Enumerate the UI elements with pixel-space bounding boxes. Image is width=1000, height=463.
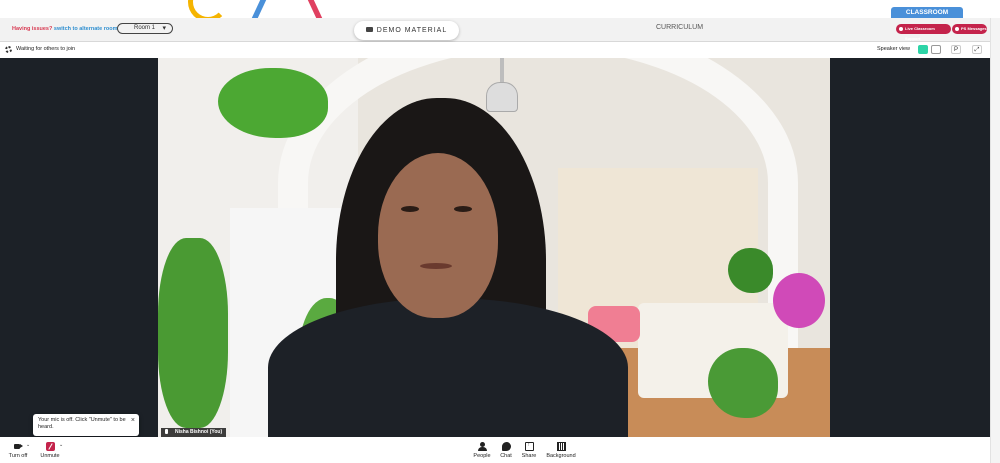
top-logo-strip	[0, 0, 1000, 22]
participant-figure	[268, 298, 628, 437]
close-icon[interactable]: ×	[131, 417, 135, 424]
background-label: Background	[546, 453, 576, 459]
speaker-view-button[interactable]	[918, 45, 928, 54]
participant-face	[401, 206, 419, 212]
app-window: CLASSROOM ▼ Having issues? switch to alt…	[0, 0, 1000, 463]
share-button[interactable]: ↑ Share	[519, 442, 539, 459]
video-background-plant	[708, 348, 778, 418]
brand-logo-stroke	[307, 0, 323, 18]
ps-messages-button[interactable]: PS Messages	[952, 24, 987, 34]
app-header: Having issues? switch to alternate room …	[0, 18, 1000, 42]
support-icon	[899, 27, 903, 31]
chevron-down-icon: ▾	[162, 25, 166, 32]
room-select[interactable]: Room 1 ▾	[117, 23, 173, 34]
share-icon: ↑	[524, 442, 534, 451]
live-support-button[interactable]: Live Classroom Support	[896, 24, 951, 41]
chat-button[interactable]: Chat	[497, 442, 515, 459]
grid-view-button[interactable]	[931, 45, 941, 54]
chat-label: Chat	[500, 453, 512, 459]
chat-icon	[501, 442, 511, 451]
share-label: Share	[521, 453, 537, 459]
demo-material-label: DEMO MATERIAL	[376, 27, 448, 34]
mic-off-icon	[45, 442, 55, 451]
participant-face	[454, 206, 472, 212]
mic-off-toast: Your mic is off. Click "Unmute" to be he…	[33, 414, 139, 436]
classroom-tab[interactable]: CLASSROOM	[891, 7, 963, 18]
issue-prefix: Having issues?	[12, 26, 53, 32]
vertical-scrollbar[interactable]	[990, 18, 1000, 463]
meeting-status-bar: Waiting for others to join Speaker view …	[0, 42, 990, 58]
people-icon	[477, 442, 487, 451]
participant-video[interactable]	[158, 58, 830, 437]
video-background-lamp	[484, 58, 520, 116]
chevron-down-icon[interactable]: ⌄	[26, 442, 30, 448]
camera-icon	[13, 442, 23, 451]
people-label: People	[473, 453, 491, 459]
video-background-plant	[218, 68, 328, 138]
demo-material-button[interactable]: DEMO MATERIAL	[354, 21, 459, 40]
participant-face	[378, 153, 498, 318]
participant-face	[420, 263, 452, 269]
live-support-label: Live Classroom Support	[905, 26, 935, 41]
issue-notice: Having issues? switch to alternate room	[12, 26, 117, 32]
room-select-value: Room 1	[134, 25, 156, 31]
folder-icon	[365, 27, 373, 32]
fullscreen-icon[interactable]: ⤢	[972, 45, 982, 54]
people-button[interactable]: People	[471, 442, 493, 459]
ps-messages-label: PS Messages	[961, 26, 987, 31]
participant-name: Nisha Bishnoi (You)	[175, 429, 223, 435]
background-icon	[556, 442, 566, 451]
chevron-down-icon[interactable]: ⌄	[59, 442, 63, 448]
switch-room-link[interactable]: switch to alternate room	[54, 26, 118, 32]
p-button[interactable]: P	[951, 45, 961, 54]
camera-toggle-label: Turn off	[8, 453, 28, 459]
waiting-status-text: Waiting for others to join	[16, 46, 76, 52]
mic-icon	[165, 429, 168, 434]
toast-message: Your mic is off. Click "Unmute" to be he…	[38, 417, 126, 430]
mic-toggle-label: Unmute	[40, 453, 60, 459]
curriculum-tab[interactable]: CURRICULUM	[656, 24, 703, 31]
background-button[interactable]: Background	[543, 442, 579, 459]
brand-logo-stroke	[251, 0, 267, 18]
video-stage: Nisha Bishnoi (You)	[0, 58, 990, 437]
video-background-plant	[158, 238, 228, 428]
message-icon	[955, 27, 959, 31]
participant-name-tag: Nisha Bishnoi (You)	[161, 428, 227, 437]
video-background-plant	[728, 248, 773, 293]
bottom-toolbar: Turn off ⌄ Unmute ⌄ People Chat ↑ Share …	[0, 437, 990, 463]
video-background-flowers	[773, 273, 825, 328]
gear-icon[interactable]	[5, 46, 12, 53]
speaker-view-label: Speaker view	[877, 46, 911, 52]
